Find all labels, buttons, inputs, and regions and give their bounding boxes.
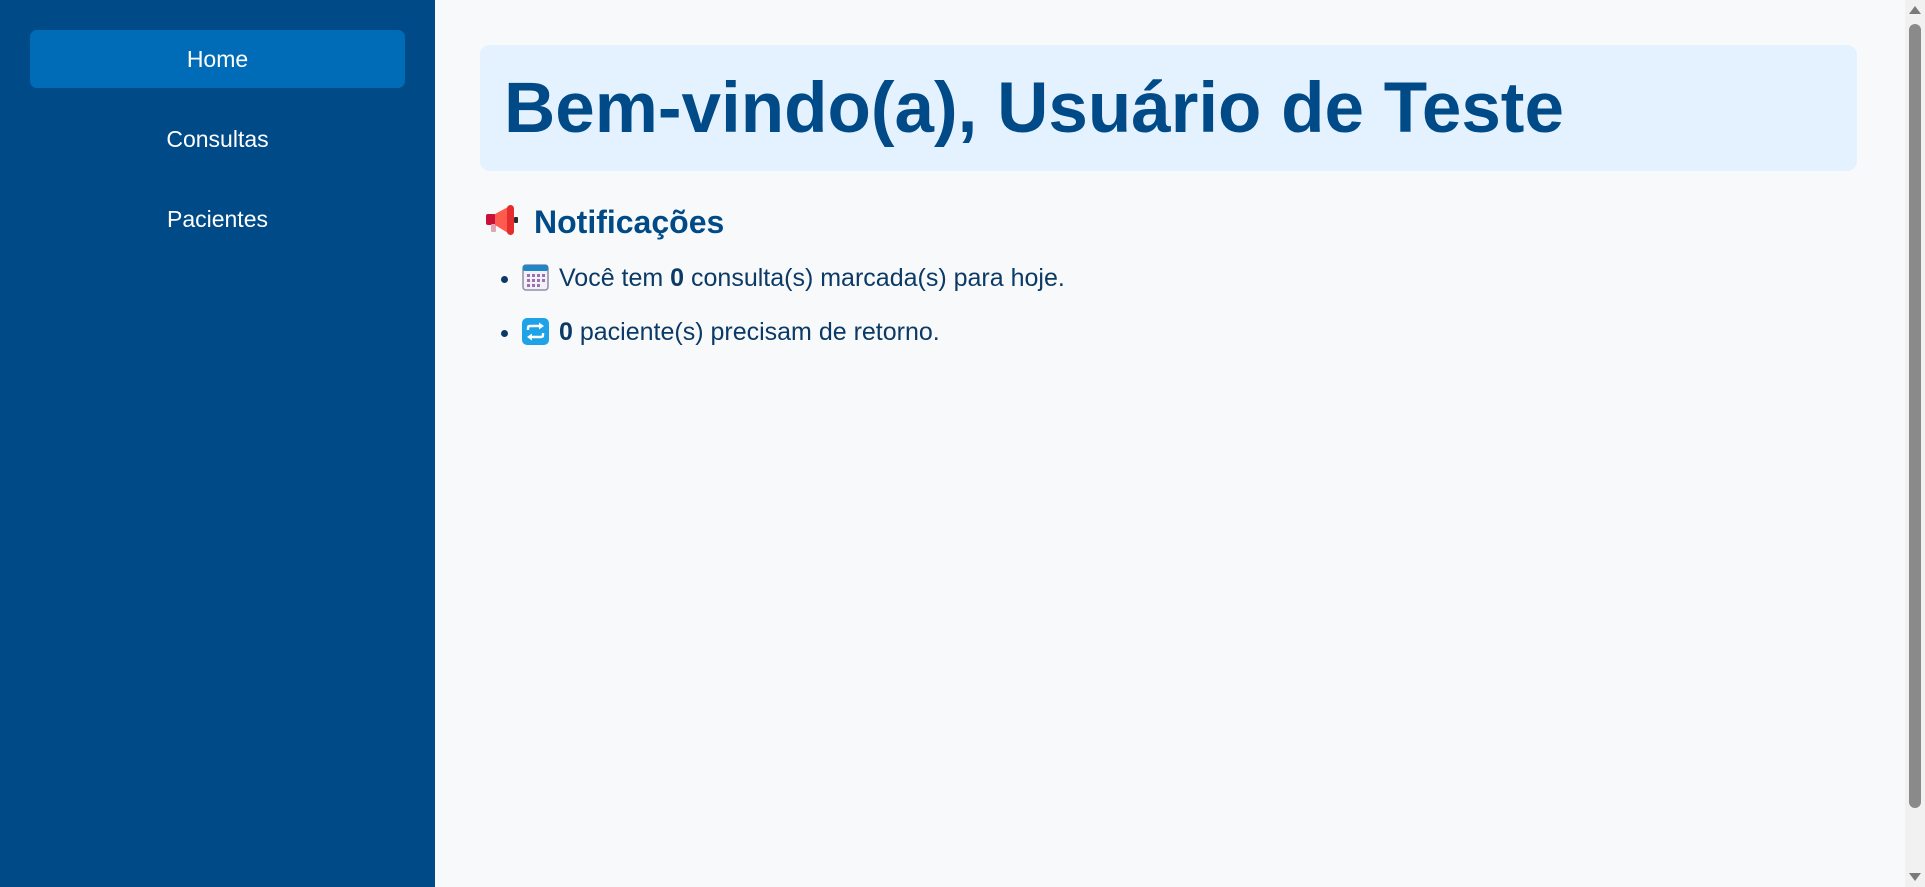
notification-suffix: consulta(s) marcada(s) para hoje.	[684, 264, 1065, 292]
main-content: Bem-vindo(a), Usuário de Teste Notificaç…	[435, 0, 1925, 887]
sidebar: Home Consultas Pacientes	[0, 0, 435, 887]
notification-suffix: paciente(s) precisam de retorno.	[572, 318, 940, 346]
scroll-down-arrow-icon[interactable]	[1909, 873, 1921, 881]
list-item: Você tem 0 consulta(s) marcada(s) para h…	[522, 264, 1857, 298]
scroll-thumb[interactable]	[1909, 24, 1921, 808]
page-title: Bem-vindo(a), Usuário de Teste	[504, 68, 1564, 148]
return-count: 0	[559, 318, 573, 346]
notification-prefix: Você tem	[559, 264, 671, 292]
calendar-icon	[522, 264, 549, 298]
notifications-list: Você tem 0 consulta(s) marcada(s) para h…	[480, 264, 1857, 352]
app-root: Home Consultas Pacientes Bem-vindo(a), U…	[0, 0, 1925, 887]
welcome-banner: Bem-vindo(a), Usuário de Teste	[480, 45, 1857, 171]
vertical-scrollbar[interactable]	[1905, 0, 1925, 887]
repeat-icon	[522, 318, 549, 352]
sidebar-item-consultas[interactable]: Consultas	[30, 110, 405, 168]
list-item: 0 paciente(s) precisam de retorno.	[522, 318, 1857, 352]
notifications-header: Notificações	[484, 203, 1857, 242]
notifications-title: Notificações	[534, 204, 725, 240]
megaphone-icon	[484, 203, 520, 242]
scroll-up-arrow-icon[interactable]	[1909, 6, 1921, 14]
sidebar-item-home[interactable]: Home	[30, 30, 405, 88]
sidebar-item-pacientes[interactable]: Pacientes	[30, 190, 405, 248]
appointments-count: 0	[670, 264, 685, 292]
